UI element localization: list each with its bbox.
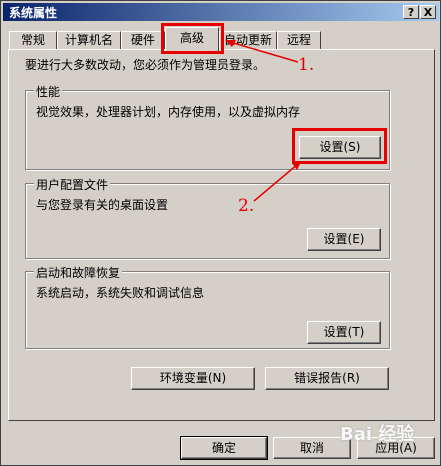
ok-button[interactable]: 确定 xyxy=(180,436,268,460)
tab-automatic-updates[interactable]: 自动更新 xyxy=(219,31,277,50)
error-reporting-button[interactable]: 错误报告(R) xyxy=(265,367,389,390)
window-title: 系统属性 xyxy=(9,6,58,20)
startup-recovery-description: 系统启动，系统失败和调试信息 xyxy=(36,286,205,300)
advanced-tab-highlight xyxy=(161,23,224,54)
startup-recovery-settings-button[interactable]: 设置(T) xyxy=(307,321,381,344)
help-button[interactable]: ? xyxy=(403,5,419,19)
performance-settings-highlight xyxy=(292,128,387,164)
tab-hardware[interactable]: 硬件 xyxy=(121,31,165,50)
tab-general[interactable]: 常规 xyxy=(9,31,57,50)
startup-recovery-label: 启动和故障恢复 xyxy=(34,264,123,281)
user-profiles-settings-button[interactable]: 设置(E) xyxy=(307,228,381,251)
user-profiles-label: 用户配置文件 xyxy=(34,176,111,193)
admin-notice: 要进行大多数改动，您必须作为管理员登录。 xyxy=(25,58,266,72)
tab-computer-name[interactable]: 计算机名 xyxy=(57,31,121,50)
performance-label: 性能 xyxy=(34,83,63,100)
title-bar[interactable]: 系统属性 ? X xyxy=(3,3,439,21)
environment-variables-button[interactable]: 环境变量(N) xyxy=(131,367,255,390)
baidu-watermark: Bai 经验 xyxy=(340,424,415,445)
user-profiles-description: 与您登录有关的桌面设置 xyxy=(36,198,169,212)
close-button[interactable]: X xyxy=(420,5,436,19)
step-2-label: 2. xyxy=(238,196,255,216)
step-1-label: 1. xyxy=(298,55,315,75)
tab-remote[interactable]: 远程 xyxy=(277,31,321,50)
performance-description: 视觉效果，处理器计划，内存使用，以及虚拟内存 xyxy=(36,105,301,119)
system-properties-window: 系统属性 ? X 常规 计算机名 硬件 高级 自动更新 远程 要进行大多数改动，… xyxy=(0,0,441,466)
